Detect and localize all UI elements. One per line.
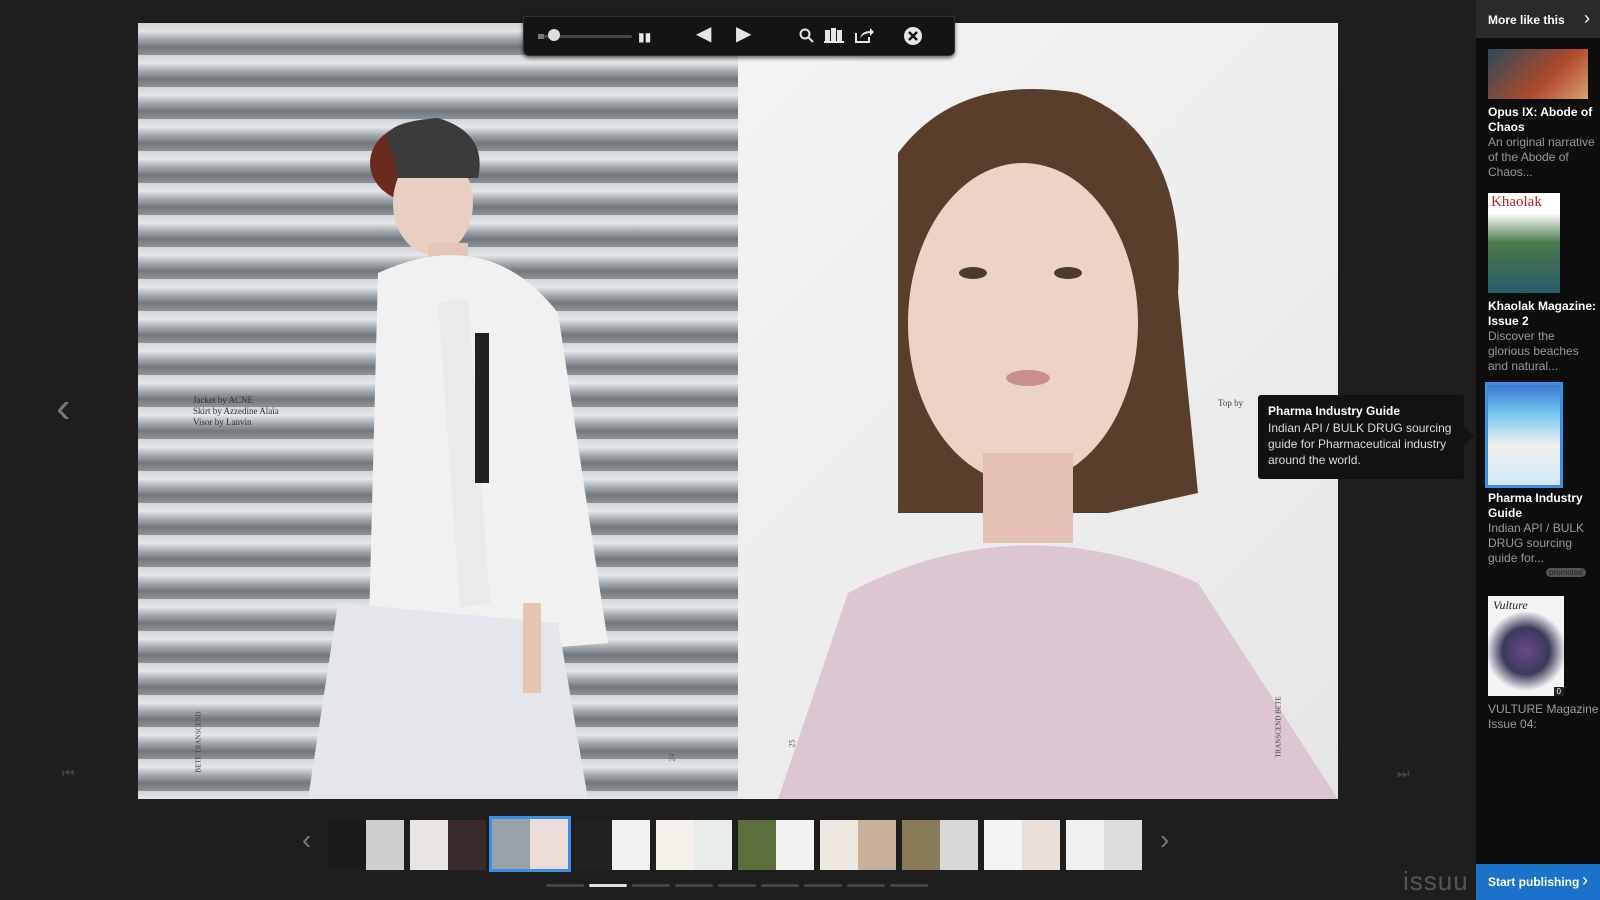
vertical-caption: TRANSCEND BETE [1274, 696, 1283, 758]
tooltip-description: Indian API / BULK DRUG sourcing guide fo… [1268, 421, 1452, 467]
recommendation-title: Pharma Industry Guide [1488, 491, 1583, 520]
search-icon[interactable] [799, 28, 815, 44]
chevron-right-icon: › [1582, 870, 1588, 890]
share-icon[interactable] [854, 27, 874, 43]
cover-thumbnail [1488, 49, 1588, 99]
credit-line: Visor by Lanvin [193, 417, 252, 427]
more-like-this-header[interactable]: More like this › [1476, 0, 1600, 38]
viewer-toolbar: ▮▮ ◀ ▶ [523, 16, 955, 56]
page-dot[interactable] [761, 884, 799, 887]
thumbnail-grid-icon[interactable]: ▮▮ [638, 29, 651, 45]
credit-line: Skirt by Azzedine Alaïa [193, 406, 279, 416]
thumbnail[interactable] [656, 820, 732, 870]
thumbnail[interactable] [1066, 820, 1142, 870]
cover-thumbnail: Vulture 0 [1488, 596, 1564, 696]
last-page-icon[interactable]: ⏭ [1397, 765, 1410, 782]
close-icon[interactable] [903, 26, 923, 46]
recommendation-title: VULTURE Magazine Issue 04: [1488, 702, 1599, 731]
page-dot[interactable] [890, 884, 928, 887]
recommendation-tooltip: Pharma Industry Guide Indian API / BULK … [1258, 395, 1474, 479]
thumbnail[interactable] [984, 820, 1060, 870]
recommendation-desc: Indian API / BULK DRUG sourcing guide fo… [1488, 521, 1585, 565]
thumbnail[interactable] [902, 820, 978, 870]
cover-thumbnail [1485, 382, 1563, 488]
cover-title: Khaolak [1491, 194, 1542, 210]
magazine-spread[interactable]: Jacket by ACNE Skirt by Azzedine Alaïa V… [138, 23, 1338, 799]
issuu-logo[interactable]: issuu [1403, 866, 1469, 897]
thumbnail-strip [328, 816, 1154, 872]
promoted-badge: promoted [1546, 568, 1586, 577]
recommendation-desc: An original narrative of the Abode of Ch… [1488, 135, 1595, 179]
page-dot[interactable] [847, 884, 885, 887]
recommendation-title: Khaolak Magazine: Issue 2 [1488, 299, 1597, 328]
comment-count-badge: 0 [1553, 687, 1564, 696]
model-photo-right [778, 89, 1338, 799]
zoom-min-icon [538, 34, 544, 39]
page-dot[interactable] [546, 884, 584, 887]
next-page-icon[interactable]: ▶ [736, 24, 751, 44]
left-page[interactable]: Jacket by ACNE Skirt by Azzedine Alaïa V… [138, 23, 738, 799]
cover-title: Vulture [1493, 598, 1528, 612]
credit-partial: Top by [1218, 398, 1244, 408]
first-page-icon[interactable]: ⏮ [62, 765, 75, 782]
recommendation-item[interactable]: Khaolak Khaolak Magazine: Issue 2 Discov… [1488, 193, 1600, 374]
model-photo-left [308, 118, 608, 799]
thumbnail-active[interactable] [489, 816, 571, 872]
page-dot[interactable] [632, 884, 670, 887]
library-icon[interactable] [824, 27, 844, 43]
page-dot-active[interactable] [589, 884, 627, 887]
zoom-slider-handle[interactable] [548, 29, 560, 41]
more-like-this-label: More like this [1488, 13, 1565, 27]
recommendation-item-highlighted[interactable]: Pharma Industry Guide Indian API / BULK … [1485, 382, 1600, 566]
right-page[interactable]: Top by 25 TRANSCEND BETE [738, 23, 1338, 799]
start-publishing-button[interactable]: Start publishing › [1476, 864, 1600, 900]
chevron-right-icon: › [1584, 8, 1590, 28]
recommendation-item[interactable]: Opus IX: Abode of Chaos An original narr… [1488, 49, 1600, 180]
thumbnail[interactable] [410, 820, 486, 870]
recommendation-desc: Discover the glorious beaches and natura… [1488, 329, 1579, 373]
page-dot[interactable] [718, 884, 756, 887]
recommendation-item[interactable]: Vulture 0 VULTURE Magazine Issue 04: [1488, 596, 1600, 732]
cover-thumbnail: Khaolak [1488, 193, 1560, 293]
page-dot[interactable] [675, 884, 713, 887]
vertical-caption: BETE TRANSCEND [194, 711, 203, 773]
thumbnail[interactable] [328, 820, 404, 870]
thumbnail[interactable] [574, 820, 650, 870]
start-publishing-label: Start publishing [1488, 875, 1580, 889]
previous-page-icon[interactable]: ◀ [696, 24, 711, 44]
fashion-credits: Jacket by ACNE Skirt by Azzedine Alaïa V… [193, 395, 279, 428]
previous-spread-arrow[interactable]: ‹ [56, 386, 71, 430]
thumbnail[interactable] [738, 820, 814, 870]
tooltip-title: Pharma Industry Guide [1268, 404, 1401, 418]
thumbnail[interactable] [820, 820, 896, 870]
more-like-this-panel: More like this › Opus IX: Abode of Chaos… [1476, 0, 1600, 900]
page-dot[interactable] [804, 884, 842, 887]
page-number-left: 24 [667, 753, 677, 762]
thumbs-prev-arrow[interactable]: ‹ [302, 826, 311, 854]
recommendation-title: Opus IX: Abode of Chaos [1488, 105, 1593, 134]
credit-line: Jacket by ACNE [193, 395, 253, 405]
page-number-right: 25 [787, 739, 797, 748]
thumbs-next-arrow[interactable]: › [1160, 826, 1169, 854]
